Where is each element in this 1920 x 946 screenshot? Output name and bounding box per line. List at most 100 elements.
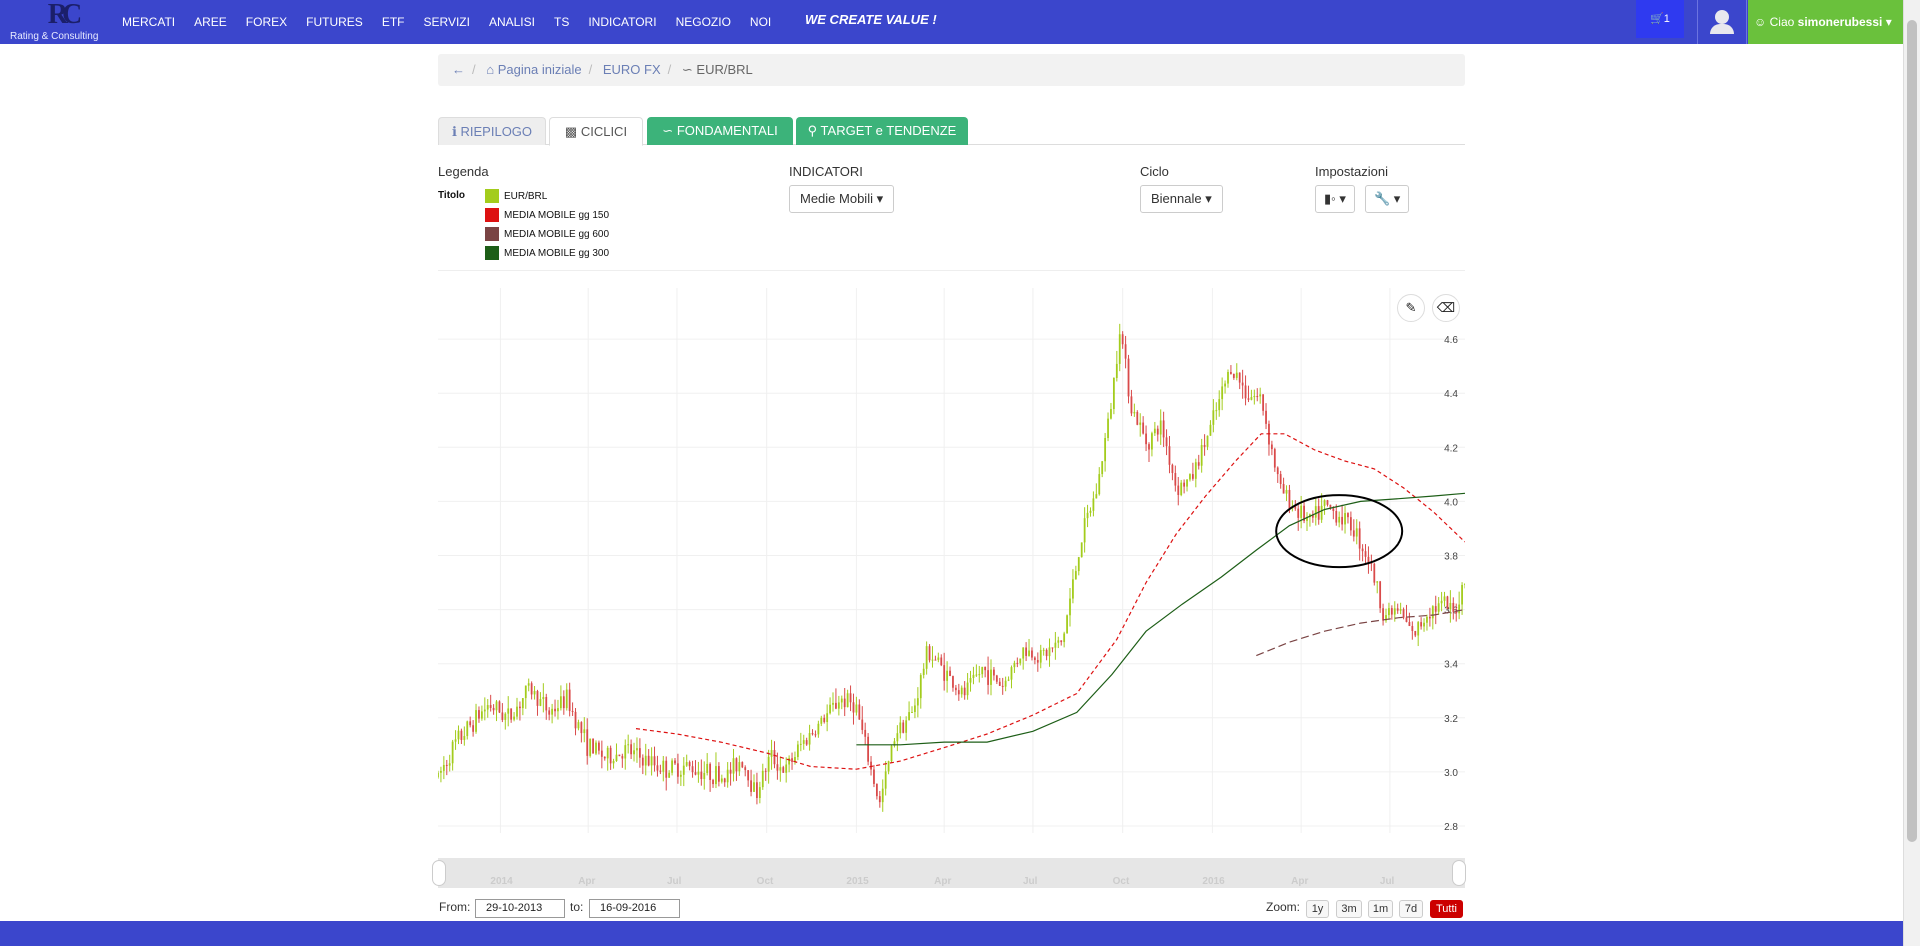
tab-target-tendenze[interactable]: ⚲ TARGET e TENDENZE (796, 117, 968, 145)
candle-body (448, 763, 451, 766)
navigator-x-label: 2016 (1202, 876, 1225, 887)
menu-item-futures[interactable]: FUTURES (306, 15, 363, 29)
chart-type-dropdown[interactable]: ▮◦ ▾ (1315, 185, 1355, 213)
zoom-1m-button[interactable]: 1m (1368, 900, 1393, 918)
menu-item-forex[interactable]: FOREX (246, 15, 287, 29)
user-menu-dropdown[interactable]: ☺ Ciao simonerubessi ▾ (1748, 0, 1903, 44)
candle-body (1177, 485, 1180, 495)
candle-body (1326, 500, 1329, 505)
candle-body (1019, 658, 1022, 664)
candle-body (829, 704, 831, 714)
breadcrumb-section[interactable]: EURO FX (603, 62, 661, 77)
menu-item-analisi[interactable]: ANALISI (489, 15, 535, 29)
logo[interactable]: RC Rating & Consulting (8, 0, 108, 44)
candle-body (492, 707, 495, 711)
candle-body (776, 764, 779, 771)
candle-body (1376, 581, 1379, 583)
candle-body (1446, 596, 1449, 610)
candle-body (1025, 647, 1028, 656)
tab-ciclici[interactable]: ▩ CICLICI (549, 117, 643, 146)
candle-body (521, 698, 524, 709)
candle-body (753, 782, 755, 792)
user-avatar-button[interactable] (1697, 0, 1747, 44)
candle-body (1054, 642, 1057, 648)
zoom-all-button[interactable]: Tutti (1430, 900, 1463, 918)
candle-body (1347, 513, 1349, 518)
navigator-left-handle[interactable] (432, 860, 446, 886)
from-date-input[interactable]: 29-10-2013 (475, 899, 565, 918)
candle-body (438, 772, 439, 778)
menu-item-negozio[interactable]: NEGOZIO (676, 15, 731, 29)
candle-body (1396, 608, 1399, 611)
candle-body (516, 706, 518, 717)
candle-body (726, 769, 729, 783)
candle-body (785, 764, 788, 773)
candle-body (1133, 411, 1136, 414)
candle-body (653, 756, 656, 766)
candle-body (1221, 386, 1224, 400)
candle-body (1247, 398, 1250, 400)
candle-body (1110, 409, 1112, 419)
breadcrumb-home[interactable]: Pagina iniziale (498, 62, 582, 77)
candle-body (1153, 428, 1156, 434)
candle-body (791, 758, 793, 762)
zoom-7d-button[interactable]: 7d (1399, 900, 1423, 918)
menu-item-indicatori[interactable]: INDICATORI (588, 15, 656, 29)
menu-item-servizi[interactable]: SERVIZI (423, 15, 469, 29)
menu-item-ts[interactable]: TS (554, 15, 569, 29)
logo-mark: RC (47, 0, 82, 30)
candle-body (723, 778, 726, 783)
menu-item-mercati[interactable]: MERCATI (122, 15, 175, 29)
to-date-input[interactable]: 16-09-2016 (589, 899, 680, 918)
candle-body (1072, 579, 1074, 599)
navigator-x-label: Apr (578, 876, 596, 887)
candle-body (1262, 394, 1265, 411)
candle-body (595, 742, 597, 754)
price-chart[interactable]: 4.64.44.24.03.83.63.43.23.02.8 (438, 288, 1465, 848)
candle-body (837, 702, 840, 709)
candle-body (1183, 482, 1186, 487)
pencil-icon[interactable]: ✎ (1397, 294, 1425, 322)
candle-body (952, 676, 954, 688)
candle-body (700, 771, 703, 780)
settings-dropdown[interactable]: 🔧 ▾ (1365, 185, 1410, 213)
candle-body (1323, 500, 1326, 506)
scrollbar[interactable] (1903, 0, 1920, 946)
candle-body (592, 738, 594, 754)
back-arrow-icon[interactable]: ← (452, 62, 465, 77)
candle-body (536, 691, 539, 706)
candle-body (805, 740, 808, 745)
candle-body (1300, 505, 1303, 518)
candle-body (1379, 581, 1382, 609)
candle-body (679, 774, 682, 777)
menu-item-noi[interactable]: NOI (750, 15, 771, 29)
candle-body (1063, 633, 1066, 643)
candle-body (832, 702, 834, 705)
ciclo-dropdown[interactable]: Biennale ▾ (1140, 185, 1223, 213)
zoom-1y-button[interactable]: 1y (1306, 900, 1329, 918)
candle-body (1156, 428, 1159, 435)
candle-body (896, 733, 899, 742)
tab-fondamentali[interactable]: ∽ FONDAMENTALI (647, 117, 793, 145)
candle-body (712, 779, 714, 785)
zoom-3m-button[interactable]: 3m (1336, 900, 1362, 918)
divider (438, 270, 1465, 271)
tab-riepilogo[interactable]: ℹ RIEPILOGO (438, 117, 546, 145)
cart-button[interactable]: 🛒1 (1636, 0, 1684, 38)
indicatori-dropdown[interactable]: Medie Mobili ▾ (789, 185, 895, 213)
candle-body (873, 769, 875, 784)
navigator-x-label: Apr (1291, 876, 1309, 887)
candle-body (1367, 556, 1370, 563)
tab-label: RIEPILOGO (460, 124, 533, 139)
footer-bar (0, 921, 1903, 946)
navigator-right-handle[interactable] (1452, 860, 1466, 886)
greeting-text: Ciao (1769, 15, 1795, 29)
candle-body (1390, 608, 1393, 615)
candle-body (633, 750, 635, 755)
eraser-icon[interactable]: ⌫ (1432, 294, 1460, 322)
scrollbar-thumb[interactable] (1907, 20, 1917, 842)
candle-body (1148, 444, 1150, 450)
tab-bar: ℹ RIEPILOGO ▩ CICLICI ∽ FONDAMENTALI ⚲ T… (438, 117, 1465, 146)
menu-item-etf[interactable]: ETF (382, 15, 405, 29)
menu-item-aree[interactable]: AREE (194, 15, 227, 29)
